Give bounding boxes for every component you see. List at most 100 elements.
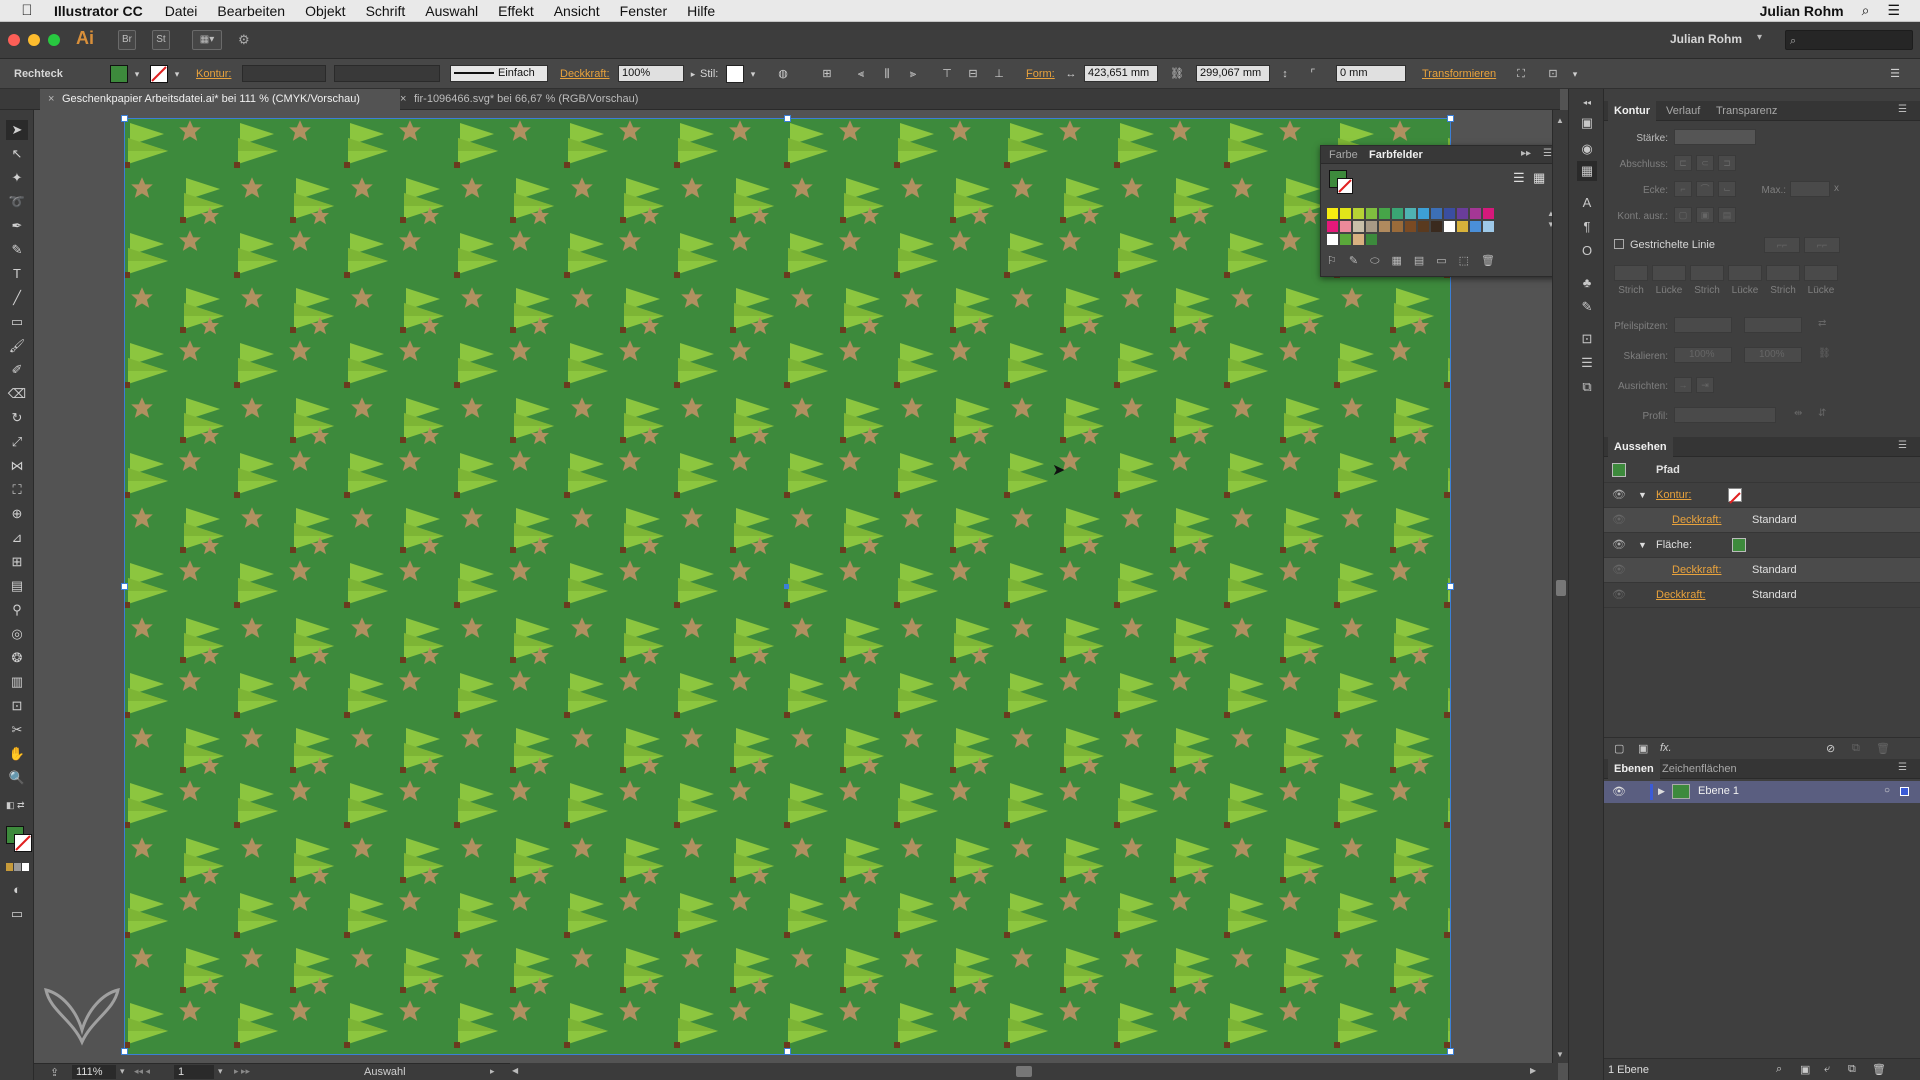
perspective-grid-tool-icon[interactable]: ⊿ bbox=[6, 528, 28, 548]
gpu-performance-icon[interactable]: ⚙ bbox=[238, 32, 250, 48]
kontur-label[interactable]: Kontur: bbox=[196, 68, 231, 80]
eye-icon[interactable]: 👁 bbox=[1612, 483, 1626, 507]
arrowhead-start-select[interactable] bbox=[1674, 317, 1732, 333]
appearance-kontur-row[interactable]: 👁 ▼ Kontur: bbox=[1604, 483, 1920, 508]
color-swatch[interactable] bbox=[1405, 208, 1416, 219]
type-tool-icon[interactable]: T bbox=[6, 264, 28, 284]
close-icon[interactable]: × bbox=[400, 89, 406, 110]
color-guide-icon[interactable]: ◉ bbox=[1577, 139, 1597, 159]
eye-icon[interactable]: 👁 bbox=[1612, 785, 1626, 798]
color-swatch[interactable] bbox=[1444, 221, 1455, 232]
tab-transparenz[interactable]: Transparenz bbox=[1710, 101, 1783, 121]
cap-square-button[interactable]: ⊐ bbox=[1718, 155, 1736, 171]
deckkraft-link[interactable]: Deckkraft: bbox=[1656, 583, 1706, 607]
swap-arrowheads-icon[interactable]: ⇄ bbox=[1818, 318, 1826, 329]
deckkraft-link[interactable]: Deckkraft: bbox=[1672, 558, 1722, 582]
align-middle-icon[interactable]: ⊟ bbox=[964, 65, 982, 83]
opentype-icon[interactable]: O bbox=[1577, 241, 1597, 261]
color-swatch[interactable] bbox=[1457, 221, 1468, 232]
chevron-right-icon[interactable]: ▸ bbox=[490, 1066, 495, 1077]
stock-search-input[interactable]: ⌕ bbox=[1785, 30, 1913, 50]
menu-auswahl[interactable]: Auswahl bbox=[425, 3, 478, 19]
fill-swatch[interactable] bbox=[1732, 538, 1746, 552]
dash-3-input[interactable] bbox=[1766, 265, 1800, 281]
zoom-tool-icon[interactable]: 🔍 bbox=[6, 768, 28, 788]
align-right-icon[interactable]: ⫸ bbox=[904, 65, 922, 83]
layer-row-ebene-1[interactable]: 👁 ▶ Ebene 1 ○ bbox=[1604, 781, 1920, 803]
disclosure-triangle-icon[interactable]: ▼ bbox=[1638, 483, 1647, 507]
color-swatch[interactable] bbox=[1366, 221, 1377, 232]
color-swatch[interactable] bbox=[1353, 208, 1364, 219]
stroke-none-swatch[interactable] bbox=[150, 65, 168, 83]
paintbrush-tool-icon[interactable]: 🖌 bbox=[6, 336, 28, 356]
chevron-down-icon[interactable]: ▾ bbox=[1757, 32, 1762, 43]
appearance-flaeche-row[interactable]: 👁 ▼ Fläche: bbox=[1604, 533, 1920, 558]
menu-datei[interactable]: Datei bbox=[165, 3, 198, 19]
join-bevel-button[interactable]: ⌙ bbox=[1718, 181, 1736, 197]
color-swatch[interactable] bbox=[1379, 221, 1390, 232]
add-fill-icon[interactable]: ▣ bbox=[1638, 742, 1648, 755]
color-swatch[interactable] bbox=[1340, 208, 1351, 219]
zoom-window-button[interactable] bbox=[48, 34, 60, 46]
gap-1-input[interactable] bbox=[1652, 265, 1686, 281]
paragraph-icon[interactable]: ¶ bbox=[1577, 217, 1597, 237]
panel-menu-icon[interactable]: ☰ bbox=[1898, 762, 1907, 773]
target-icon[interactable]: ○ bbox=[1884, 785, 1890, 796]
tab-geschenkpapier[interactable]: × Geschenkpapier Arbeitsdatei.ai* bei 11… bbox=[40, 89, 400, 110]
color-swatch[interactable] bbox=[1418, 208, 1429, 219]
tab-farbe[interactable]: Farbe bbox=[1329, 149, 1358, 161]
screen-mode-icon[interactable]: ▭ bbox=[6, 904, 28, 924]
join-miter-button[interactable]: ⌐ bbox=[1674, 181, 1692, 197]
close-icon[interactable]: × bbox=[48, 89, 54, 110]
arrow-scale-start-input[interactable]: 100% bbox=[1674, 347, 1732, 363]
color-swatch[interactable] bbox=[1483, 221, 1494, 232]
blend-tool-icon[interactable]: ◎ bbox=[6, 624, 28, 644]
list-view-icon[interactable]: ☰ bbox=[1513, 170, 1525, 186]
width-tool-icon[interactable]: ⋈ bbox=[6, 456, 28, 476]
cap-round-button[interactable]: ⊂ bbox=[1696, 155, 1714, 171]
flip-across-icon[interactable]: ⇵ bbox=[1818, 408, 1826, 419]
menu-app-name[interactable]: Illustrator CC bbox=[54, 3, 143, 19]
cap-butt-button[interactable]: ⊏ bbox=[1674, 155, 1692, 171]
align-to-selection-icon[interactable]: ⊞ bbox=[818, 65, 836, 83]
stroke-color-indicator[interactable] bbox=[14, 834, 32, 852]
artboard-nav-last-icon[interactable]: ▸ ▸▸ bbox=[234, 1066, 250, 1077]
magic-wand-tool-icon[interactable]: ✦ bbox=[6, 168, 28, 188]
tab-farbfelder[interactable]: Farbfelder bbox=[1369, 149, 1423, 161]
width-field[interactable]: 423,651 mm bbox=[1084, 65, 1158, 82]
color-swatch[interactable] bbox=[1379, 208, 1390, 219]
fill-color-swatch[interactable] bbox=[110, 65, 128, 83]
direct-selection-tool-icon[interactable]: ↖ bbox=[6, 144, 28, 164]
panel-menu-icon[interactable]: ☰ bbox=[1898, 104, 1907, 115]
resize-handle[interactable] bbox=[1447, 583, 1454, 590]
shape-options-icon[interactable]: ⊡ bbox=[1544, 65, 1562, 83]
color-mode-icons[interactable] bbox=[6, 862, 30, 872]
color-swatch[interactable] bbox=[1483, 208, 1494, 219]
color-swatch[interactable] bbox=[1431, 221, 1442, 232]
chevron-down-icon[interactable]: ▾ bbox=[744, 65, 762, 83]
graphic-style-swatch[interactable] bbox=[726, 65, 744, 83]
scroll-left-icon[interactable]: ◀ bbox=[512, 1066, 518, 1075]
duplicate-item-icon[interactable]: ⧉ bbox=[1852, 742, 1860, 755]
artboard-nav-first-icon[interactable]: ◂◂ ◂ bbox=[134, 1066, 150, 1077]
arrow-align-extend-button[interactable]: → bbox=[1674, 377, 1692, 393]
hand-tool-icon[interactable]: ✋ bbox=[6, 744, 28, 764]
stroke-weight-input[interactable] bbox=[1674, 129, 1756, 145]
menubar-user[interactable]: Julian Rohm bbox=[1760, 3, 1844, 19]
align-center-icon[interactable]: ⫼ bbox=[878, 65, 896, 83]
kontur-link[interactable]: Kontur: bbox=[1656, 483, 1691, 507]
appearance-flaeche-opacity-row[interactable]: 👁 Deckkraft: Standard bbox=[1604, 558, 1920, 583]
eraser-tool-icon[interactable]: ⌫ bbox=[6, 384, 28, 404]
transform-link[interactable]: Transformieren bbox=[1422, 68, 1496, 80]
artboard-tool-icon[interactable]: ⊡ bbox=[6, 696, 28, 716]
drawing-mode-icon[interactable]: ◐ bbox=[6, 880, 28, 900]
column-graph-tool-icon[interactable]: ▥ bbox=[6, 672, 28, 692]
join-round-button[interactable]: ⌒ bbox=[1696, 181, 1714, 197]
gap-3-input[interactable] bbox=[1804, 265, 1838, 281]
tab-ebenen[interactable]: Ebenen bbox=[1608, 759, 1660, 779]
dash-align-button[interactable]: ⌐⌐ bbox=[1804, 237, 1840, 253]
align-stroke-center-button[interactable]: ▢ bbox=[1674, 207, 1692, 223]
grid-view-icon[interactable]: ▦ bbox=[1533, 170, 1545, 186]
color-swatch[interactable] bbox=[1340, 234, 1351, 245]
stock-button[interactable]: St bbox=[152, 30, 170, 50]
